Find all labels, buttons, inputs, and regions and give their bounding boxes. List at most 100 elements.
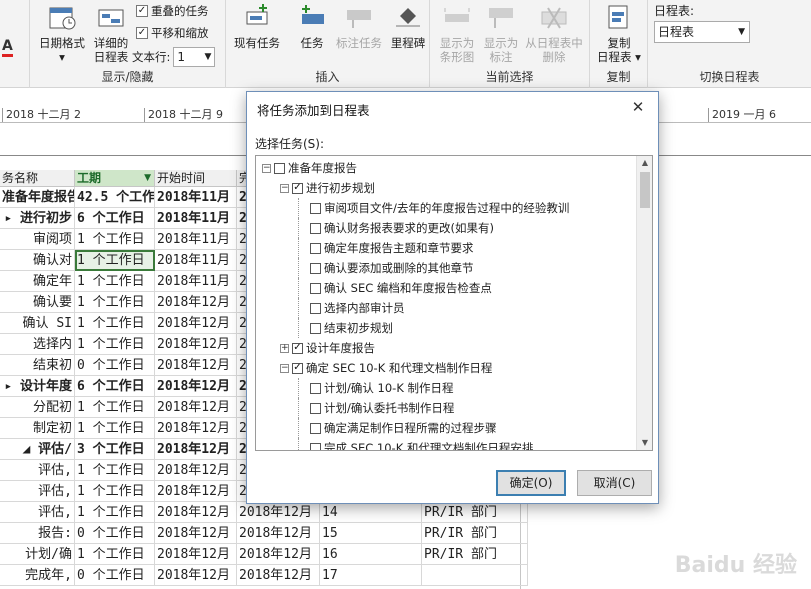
table-cell-start[interactable]: 2018年12月 (155, 292, 237, 313)
table-cell-start[interactable]: 2018年12月 (155, 355, 237, 376)
column-header-task-name[interactable]: 务名称 (0, 170, 75, 187)
table-cell-name[interactable]: 报告: (0, 523, 75, 544)
detailed-timeline-button[interactable]: 详细的 日程表 (90, 2, 132, 64)
table-cell-name[interactable]: ▸ 设计年度 (0, 376, 75, 397)
table-cell-pred[interactable]: 17 (320, 565, 422, 586)
timeline-select[interactable]: 日程表 ▼ (654, 21, 750, 43)
table-cell-name[interactable]: 分配初 (0, 397, 75, 418)
pan-zoom-checkbox[interactable]: ✓ 平移和缩放 (136, 25, 209, 41)
collapse-icon[interactable]: − (262, 163, 271, 173)
table-cell-name[interactable]: 结束初 (0, 355, 75, 376)
table-row[interactable]: 评估, 1 个工作日 2018年12月 2018年12月 14 PR/IR 部门 (0, 502, 660, 523)
table-cell-res[interactable]: PR/IR 部门 (422, 523, 528, 544)
tree-item[interactable]: − ✓ 确定 SEC 10-K 和代理文档制作日程 (280, 358, 492, 378)
table-cell-start[interactable]: 2018年12月 (155, 523, 237, 544)
table-cell-start[interactable]: 2018年12月 (155, 439, 237, 460)
table-cell-dur[interactable]: 1 个工作日 (75, 481, 155, 502)
tree-item[interactable]: 计划/确认 10-K 制作日程 (298, 378, 454, 398)
table-cell-start[interactable]: 2018年12月 (155, 544, 237, 565)
table-cell-dur[interactable]: 0 个工作日 (75, 355, 155, 376)
table-cell-pred[interactable]: 15 (320, 523, 422, 544)
table-cell-dur[interactable]: 1 个工作日 (75, 271, 155, 292)
checkbox-checked-icon[interactable]: ✓ (292, 362, 303, 374)
table-row[interactable]: 完成年, 0 个工作日 2018年12月 2018年12月 17 (0, 565, 660, 586)
table-cell-pred[interactable]: 14 (320, 502, 422, 523)
table-row[interactable]: 计划/确 1 个工作日 2018年12月 2018年12月 16 PR/IR 部门 (0, 544, 660, 565)
table-cell-res[interactable] (422, 565, 528, 586)
tree-item[interactable]: 确认财务报表要求的更改(如果有) (298, 218, 494, 238)
table-cell-start[interactable]: 2018年11月 (155, 187, 237, 208)
checkbox-icon[interactable] (310, 402, 321, 414)
table-cell-dur[interactable]: 1 个工作日 (75, 397, 155, 418)
table-cell-fin[interactable]: 2018年12月 (237, 523, 320, 544)
table-cell-start[interactable]: 2018年11月 (155, 250, 237, 271)
callout-task-button[interactable]: 标注任务 (332, 2, 386, 50)
milestone-button[interactable]: 里程碑 (386, 2, 430, 50)
table-row[interactable]: 报告: 0 个工作日 2018年12月 2018年12月 15 PR/IR 部门 (0, 523, 660, 544)
scroll-down-icon[interactable]: ▼ (637, 436, 652, 450)
table-cell-start[interactable]: 2018年12月 (155, 397, 237, 418)
table-cell-start[interactable]: 2018年12月 (155, 502, 237, 523)
task-button[interactable]: 任务 (292, 2, 332, 50)
tree-item[interactable]: 确认要添加或删除的其他章节 (298, 258, 474, 278)
table-cell-pred[interactable]: 16 (320, 544, 422, 565)
date-format-button[interactable]: 日期格式 ▾ (34, 2, 90, 64)
tree-item[interactable]: 确认 SEC 编档和年度报告检查点 (298, 278, 492, 298)
tree-item[interactable]: 完成 SEC 10-K 和代理文档制作日程安排 (298, 438, 533, 450)
table-cell-start[interactable]: 2018年12月 (155, 334, 237, 355)
tree-item[interactable]: 确定年度报告主题和章节要求 (298, 238, 474, 258)
checkbox-icon[interactable] (310, 302, 321, 314)
collapse-icon[interactable]: − (280, 183, 289, 193)
tree-item[interactable]: 审阅项目文件/去年的年度报告过程中的经验教训 (298, 198, 569, 218)
table-cell-dur[interactable]: 1 个工作日 (75, 292, 155, 313)
expand-icon[interactable]: + (280, 343, 289, 353)
scroll-up-icon[interactable]: ▲ (637, 156, 652, 170)
tree-item[interactable]: + ✓ 设计年度报告 (280, 338, 375, 358)
table-cell-name[interactable]: ◢ 评估/ (0, 439, 75, 460)
tree-item[interactable]: 结束初步规划 (298, 318, 393, 338)
table-cell-fin[interactable]: 2018年12月 (237, 544, 320, 565)
table-cell-dur[interactable]: 6 个工作日 (75, 376, 155, 397)
checkbox-checked-icon[interactable]: ✓ (292, 182, 303, 194)
table-cell-name[interactable]: 确认要 (0, 292, 75, 313)
display-as-callout-button[interactable]: 显示为 标注 (480, 2, 522, 64)
cancel-button[interactable]: 取消(C) (577, 470, 652, 496)
table-cell-start[interactable]: 2018年11月 (155, 229, 237, 250)
ok-button[interactable]: 确定(O) (496, 470, 566, 496)
checkbox-icon[interactable] (310, 282, 321, 294)
table-cell-dur[interactable]: 1 个工作日 (75, 313, 155, 334)
table-cell-start[interactable]: 2018年12月 (155, 460, 237, 481)
vertical-scrollbar[interactable]: ▲ ▼ (636, 156, 652, 450)
table-cell-dur[interactable]: 1 个工作日 (75, 334, 155, 355)
overlapping-tasks-checkbox[interactable]: ✓ 重叠的任务 (136, 3, 209, 19)
checkbox-icon[interactable] (310, 262, 321, 274)
table-cell-dur[interactable]: 1 个工作日 (75, 418, 155, 439)
table-cell-name[interactable]: 评估, (0, 502, 75, 523)
table-cell-name[interactable]: 确认 SI (0, 313, 75, 334)
table-cell-fin[interactable]: 2018年12月 (237, 565, 320, 586)
table-cell-start[interactable]: 2018年12月 (155, 565, 237, 586)
close-icon[interactable]: ✕ (626, 96, 650, 118)
table-cell-dur[interactable]: 6 个工作日 (75, 208, 155, 229)
remove-from-timeline-button[interactable]: 从日程表中 删除 (520, 2, 588, 64)
table-cell-name[interactable]: 确认对 (0, 250, 75, 271)
table-cell-start[interactable]: 2018年11月 (155, 271, 237, 292)
table-cell-dur[interactable]: 3 个工作日 (75, 439, 155, 460)
table-cell-name[interactable]: 评估, (0, 460, 75, 481)
table-cell-dur[interactable]: 0 个工作日 (75, 523, 155, 544)
table-cell-name[interactable]: 完成年, (0, 565, 75, 586)
table-cell-name[interactable]: 评估, (0, 481, 75, 502)
table-cell-start[interactable]: 2018年12月 (155, 418, 237, 439)
table-cell-name[interactable]: 制定初 (0, 418, 75, 439)
table-cell-start[interactable]: 2018年11月 (155, 208, 237, 229)
checkbox-icon[interactable] (310, 222, 321, 234)
checkbox-icon[interactable] (310, 202, 321, 214)
table-cell-name[interactable]: 审阅项 (0, 229, 75, 250)
checkbox-icon[interactable] (310, 242, 321, 254)
table-cell-dur[interactable]: 1 个工作日 (75, 229, 155, 250)
table-cell-dur[interactable]: 1 个工作日 (75, 250, 155, 271)
text-lines-select[interactable]: 1 ▼ (173, 47, 216, 67)
tree-item[interactable]: 确定满足制作日程所需的过程步骤 (298, 418, 497, 438)
tree-item[interactable]: 计划/确认委托书制作日程 (298, 398, 454, 418)
table-cell-dur[interactable]: 1 个工作日 (75, 502, 155, 523)
